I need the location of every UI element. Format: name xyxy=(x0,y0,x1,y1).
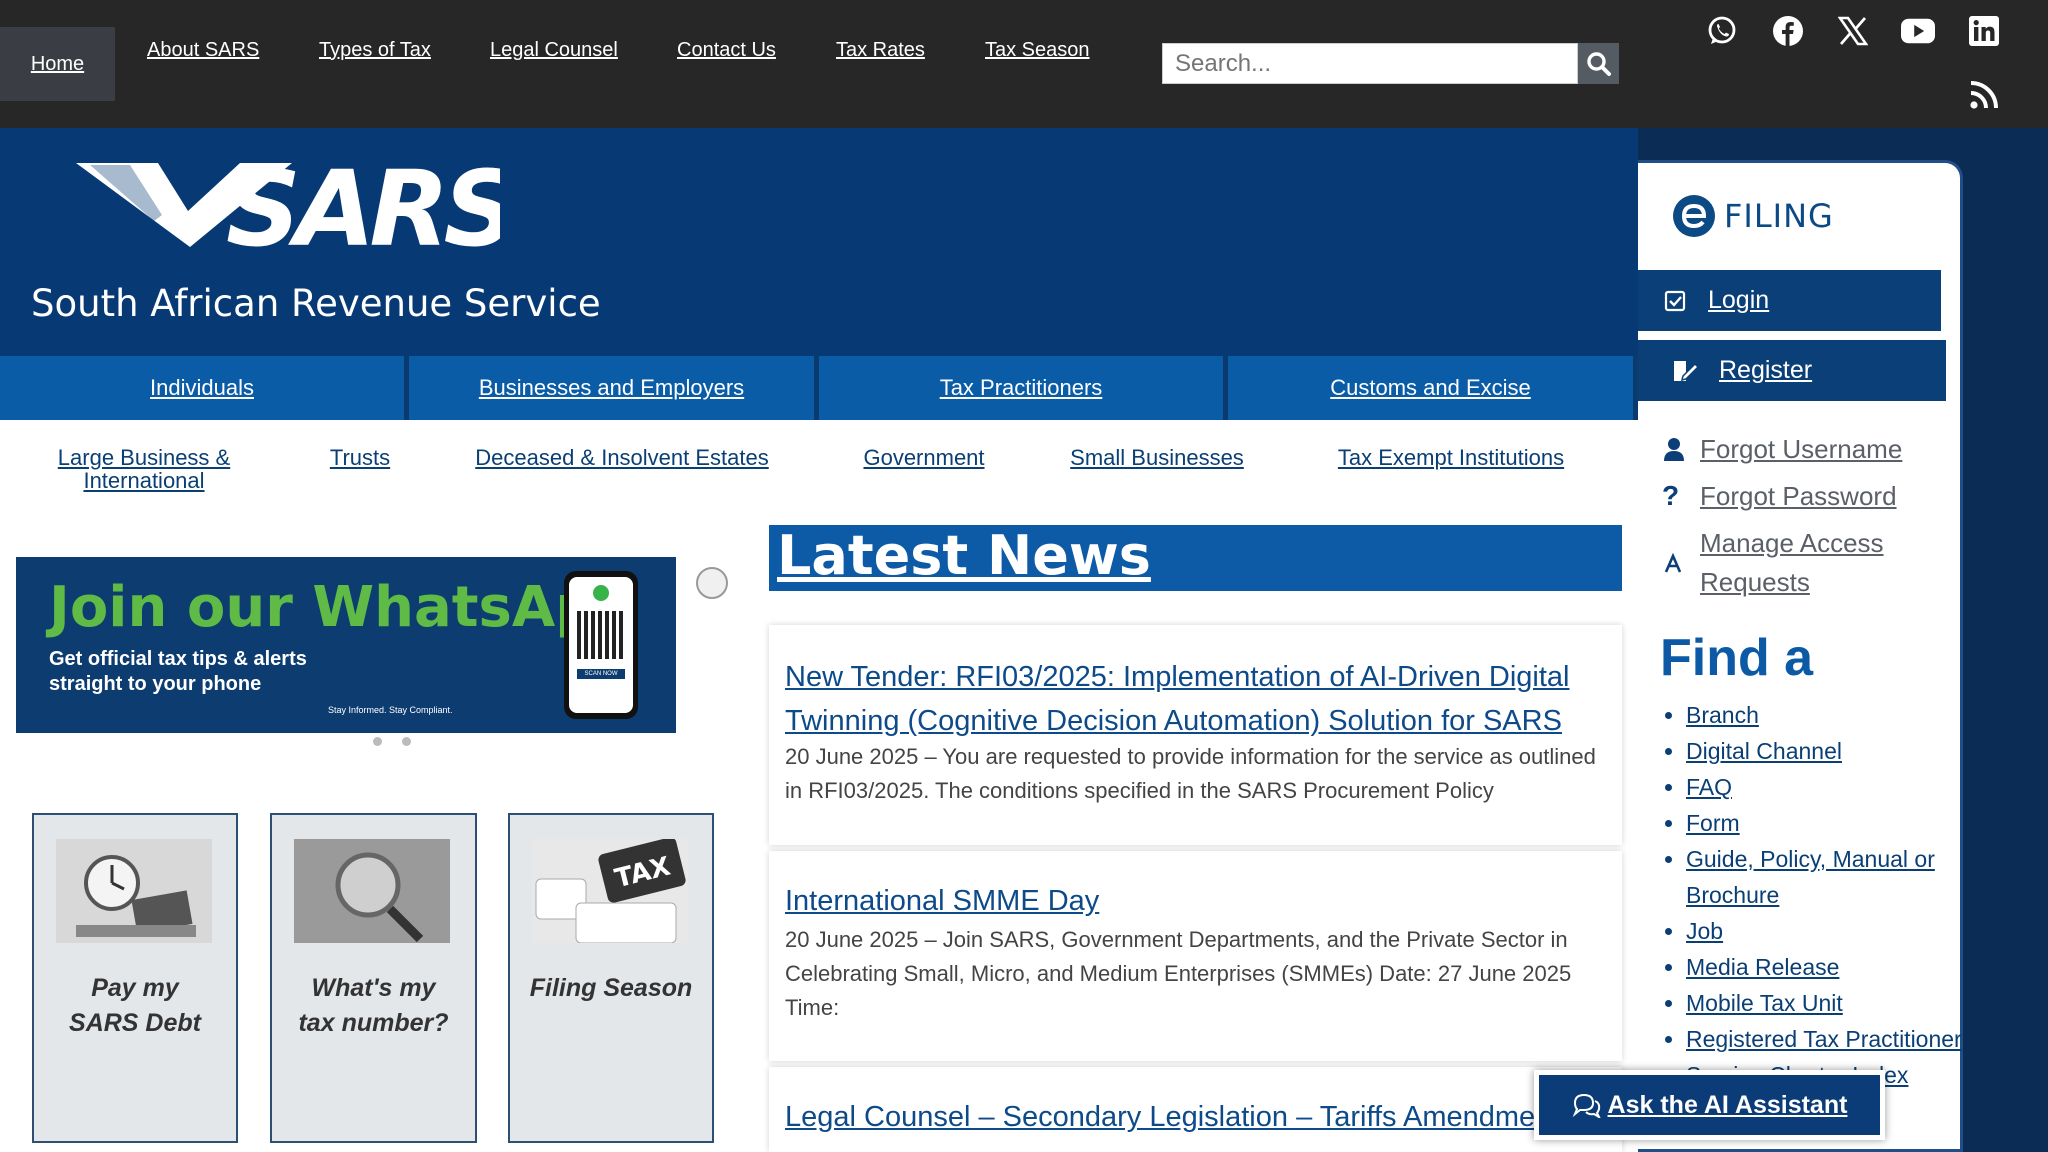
sars-logo[interactable]: SARS xyxy=(70,148,519,270)
nav-tax-rates[interactable]: Tax Rates xyxy=(836,0,925,100)
register-button[interactable]: Register xyxy=(1638,340,1946,401)
qr-code xyxy=(577,611,625,659)
register-label: Register xyxy=(1719,356,1813,384)
news-item: Legal Counsel – Secondary Legislation – … xyxy=(769,1067,1622,1152)
chat-icon xyxy=(1572,1093,1601,1118)
find-digital-channel-link[interactable]: Digital Channel xyxy=(1686,738,1842,764)
x-icon[interactable] xyxy=(1836,14,1870,48)
find-job-link[interactable]: Job xyxy=(1686,918,1723,944)
rss-icon[interactable] xyxy=(1967,78,2001,112)
latest-news-title[interactable]: Latest News xyxy=(777,524,1151,587)
question-icon: ? xyxy=(1662,480,1680,511)
site-subtitle: South African Revenue Service xyxy=(31,282,601,325)
nav-types-of-tax[interactable]: Types of Tax xyxy=(319,0,431,100)
carousel-dot[interactable] xyxy=(402,737,411,746)
list-item: Mobile Tax Unit xyxy=(1686,985,1986,1021)
card-label: SARS Debt xyxy=(69,1009,201,1037)
card-label: What's my xyxy=(311,974,436,1002)
banner-title: Join our WhatsApp xyxy=(49,575,636,640)
find-media-release-link[interactable]: Media Release xyxy=(1686,954,1839,980)
manage-access-requests-link[interactable]: Manage Access Requests xyxy=(1700,524,1930,602)
list-item: Form xyxy=(1686,805,1986,841)
list-item: Registered Tax Practitioner xyxy=(1686,1021,1986,1057)
find-mobile-tax-unit-link[interactable]: Mobile Tax Unit xyxy=(1686,990,1843,1016)
list-item: Digital Channel xyxy=(1686,733,1986,769)
youtube-icon[interactable] xyxy=(1901,14,1935,48)
list-item: Branch xyxy=(1686,697,1986,733)
news-summary: 20 June 2025 – You are requested to prov… xyxy=(785,744,1596,803)
find-branch-link[interactable]: Branch xyxy=(1686,702,1759,728)
nav-about-sars[interactable]: About SARS xyxy=(147,0,259,100)
banner-tagline: Stay Informed. Stay Compliant. xyxy=(328,705,453,715)
news-headline[interactable]: Legal Counsel – Secondary Legislation – … xyxy=(785,1095,1622,1139)
forgot-username-link[interactable]: Forgot Username xyxy=(1700,430,1902,469)
tab-tax-practitioners[interactable]: Tax Practitioners xyxy=(819,356,1223,420)
list-item: FAQ xyxy=(1686,769,1986,805)
search-input[interactable] xyxy=(1162,43,1578,84)
efiling-logo[interactable]: FILING xyxy=(1672,194,1834,238)
magnifier-image xyxy=(294,839,450,943)
list-item: Media Release xyxy=(1686,949,1986,985)
card-label: Filing Season xyxy=(529,974,693,1002)
card-label: Pay my xyxy=(91,974,179,1002)
card-label: tax number? xyxy=(298,1009,449,1037)
top-navigation-bar: Home About SARS Types of Tax Legal Couns… xyxy=(0,0,2048,128)
scan-now-label: SCAN NOW xyxy=(577,669,625,679)
ai-assistant-label: Ask the AI Assistant xyxy=(1607,1090,1848,1119)
search-icon xyxy=(1586,51,1611,76)
subcat-government[interactable]: Government xyxy=(846,446,1002,469)
login-label: Login xyxy=(1708,286,1770,314)
efiling-label: FILING xyxy=(1724,197,1834,235)
clock-calculator-image xyxy=(56,839,212,943)
news-item: New Tender: RFI03/2025: Implementation o… xyxy=(769,625,1622,845)
find-registered-tax-practitioner-link[interactable]: Registered Tax Practitioner xyxy=(1686,1026,1962,1052)
find-a-title: Find a xyxy=(1660,629,1814,687)
subcat-large-business[interactable]: Large Business & International xyxy=(44,446,244,492)
nav-tax-season[interactable]: Tax Season xyxy=(985,0,1090,100)
tab-businesses-and-employers[interactable]: Businesses and Employers xyxy=(409,356,814,420)
whatsapp-icon[interactable] xyxy=(1705,14,1739,48)
facebook-icon[interactable] xyxy=(1771,14,1805,48)
subcat-trusts[interactable]: Trusts xyxy=(310,446,410,469)
g20-icon xyxy=(696,567,728,599)
news-headline[interactable]: New Tender: RFI03/2025: Implementation o… xyxy=(785,655,1605,743)
whatsapp-banner[interactable]: Join our WhatsApp Get official tax tips … xyxy=(16,557,730,733)
news-summary: 20 June 2025 – Join SARS, Government Dep… xyxy=(785,927,1572,1020)
find-faq-link[interactable]: FAQ xyxy=(1686,774,1732,800)
subcat-tax-exempt-institutions[interactable]: Tax Exempt Institutions xyxy=(1316,446,1586,469)
news-headline[interactable]: International SMME Day xyxy=(785,879,1605,923)
carousel-dot[interactable] xyxy=(373,737,382,746)
checkbox-icon xyxy=(1664,290,1686,311)
register-icon xyxy=(1674,360,1699,381)
nav-home[interactable]: Home xyxy=(0,27,115,101)
card-pay-sars-debt[interactable]: Pay my SARS Debt xyxy=(32,813,238,1143)
login-button[interactable]: Login xyxy=(1638,270,1941,331)
ai-assistant-button[interactable]: Ask the AI Assistant xyxy=(1534,1070,1885,1140)
phone-illustration: SCAN NOW xyxy=(564,571,638,719)
card-tax-number[interactable]: What's my tax number? xyxy=(270,813,477,1143)
banner-text: Get official tax tips & alerts straight … xyxy=(49,648,307,695)
tab-individuals[interactable]: Individuals xyxy=(0,356,404,420)
list-item: Guide, Policy, Manual or Brochure xyxy=(1686,841,1986,913)
whatsapp-icon xyxy=(593,585,609,601)
efiling-e-icon xyxy=(1673,195,1715,237)
nav-contact-us[interactable]: Contact Us xyxy=(677,0,776,100)
search-button[interactable] xyxy=(1578,43,1619,84)
card-filing-season[interactable]: TAX Filing Season xyxy=(508,813,714,1143)
svg-text:SARS: SARS xyxy=(226,155,500,255)
subcat-deceased-insolvent-estates[interactable]: Deceased & Insolvent Estates xyxy=(462,446,782,469)
forgot-password-link[interactable]: Forgot Password xyxy=(1700,477,1897,516)
linkedin-icon[interactable] xyxy=(1967,14,2001,48)
find-guide-link[interactable]: Guide, Policy, Manual or Brochure xyxy=(1686,846,1935,908)
user-icon xyxy=(1664,438,1684,461)
news-item: International SMME Day 20 June 2025 – Jo… xyxy=(769,851,1622,1061)
tab-customs-and-excise[interactable]: Customs and Excise xyxy=(1228,356,1633,420)
list-item: Job xyxy=(1686,913,1986,949)
access-icon xyxy=(1664,552,1682,573)
nav-legal-counsel[interactable]: Legal Counsel xyxy=(490,0,618,100)
find-form-link[interactable]: Form xyxy=(1686,810,1740,836)
tax-keyboard-image: TAX xyxy=(532,839,688,943)
find-a-list: Branch Digital Channel FAQ Form Guide, P… xyxy=(1660,697,1986,1093)
subcat-small-businesses[interactable]: Small Businesses xyxy=(1060,446,1254,469)
